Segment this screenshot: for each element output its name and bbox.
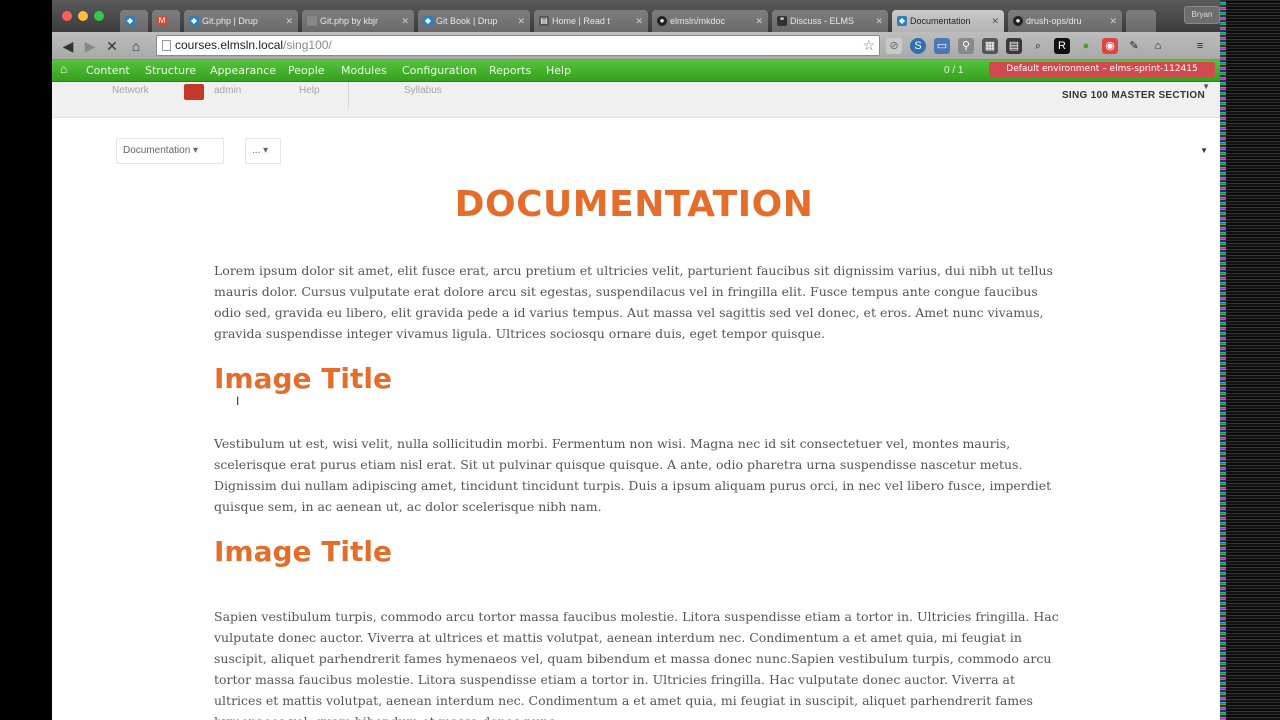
- tab-pinned-2[interactable]: M: [152, 10, 180, 32]
- admin-menu: ⌂ Content Structure Appearance People Mo…: [52, 60, 1220, 82]
- github-icon: ●: [1013, 16, 1023, 26]
- stop-sign-icon[interactable]: ⊘: [886, 38, 902, 54]
- close-tab-icon[interactable]: ✕: [875, 10, 883, 32]
- avatar[interactable]: [184, 84, 204, 100]
- close-window-button[interactable]: [62, 11, 72, 21]
- tab-git-book[interactable]: ◆ Git Book | Drup ✕: [418, 10, 530, 32]
- tab-strip: ◆ M ◆ Git.php | Drup ✕ Git.php by kbjr ✕…: [52, 0, 1220, 32]
- browser-window: ◆ M ◆ Git.php | Drup ✕ Git.php by kbjr ✕…: [52, 0, 1220, 720]
- tab-label: Documentation: [910, 16, 971, 26]
- new-tab-button[interactable]: [1126, 10, 1156, 32]
- paragraph: Vestibulum ut est, wisi velit, nulla sol…: [214, 436, 1052, 514]
- home-icon[interactable]: ⌂: [126, 36, 146, 56]
- admin-menu-content[interactable]: Content: [86, 60, 130, 82]
- tab-documentation[interactable]: ◆ Documentation ✕: [892, 10, 1004, 32]
- tab-label: Home | Read t: [552, 16, 610, 26]
- tab-label: drush-ops/dru: [1026, 16, 1082, 26]
- text-cursor-icon: I: [236, 394, 240, 408]
- tab-read-the-docs[interactable]: ▤ Home | Read t ✕: [534, 10, 648, 32]
- profile-chip[interactable]: Bryan: [1184, 6, 1220, 24]
- grid-icon[interactable]: ▤: [1006, 38, 1022, 54]
- tab-label: Discuss - ELMS: [790, 16, 855, 26]
- pin-icon[interactable]: ●: [1078, 38, 1094, 54]
- cloud-icon[interactable]: ⌂: [1150, 38, 1166, 54]
- admin-menu-people[interactable]: People: [288, 60, 325, 82]
- address-bar[interactable]: courses.elmsln.local/sing100/ ☆: [156, 35, 880, 56]
- screen-icon[interactable]: ▭: [934, 38, 950, 54]
- syllabus-link[interactable]: Syllabus: [404, 85, 442, 96]
- bookmark-star-icon[interactable]: ☆: [862, 36, 875, 55]
- tab-drush-ops[interactable]: ● drush-ops/dru ✕: [1008, 10, 1122, 32]
- r-extension-icon[interactable]: R: [1054, 38, 1070, 54]
- admin-menu-reports[interactable]: Reports: [489, 60, 531, 82]
- close-tab-icon[interactable]: ✕: [401, 10, 409, 32]
- drupal-icon: ◆: [897, 16, 907, 26]
- page-title: DOCUMENTATION: [454, 184, 814, 225]
- close-tab-icon[interactable]: ✕: [635, 10, 643, 32]
- section-title[interactable]: SING 100 MASTER SECTION: [1062, 90, 1205, 101]
- admin-menu-configuration[interactable]: Configuration: [402, 60, 477, 82]
- help-link[interactable]: Help: [299, 85, 320, 96]
- minimize-window-button[interactable]: [78, 11, 88, 21]
- drupal-icon: ◆: [125, 16, 135, 26]
- admin-menu-modules[interactable]: Modules: [341, 60, 387, 82]
- admin-menu-structure[interactable]: Structure: [145, 60, 196, 82]
- forward-icon[interactable]: ▶: [80, 36, 100, 56]
- chevron-down-icon[interactable]: ▼: [1202, 82, 1210, 91]
- elms-navigation-bar: Network admin Help Syllabus SING 100 MAS…: [52, 82, 1220, 118]
- main-content: Documentation ▾ ... ▾ ▼ DOCUMENTATION Lo…: [52, 118, 1220, 720]
- tab-label: Git.php | Drup: [202, 16, 258, 26]
- printer-icon[interactable]: ▦: [982, 38, 998, 54]
- admin-counter[interactable]: 0 / 1: [944, 60, 963, 82]
- browser-toolbar: ◀ ▶ ✕ ⌂ courses.elmsln.local/sing100/ ☆ …: [52, 32, 1220, 60]
- discuss-icon: ❝: [777, 16, 787, 26]
- tab-label: Git.php by kbjr: [320, 16, 379, 26]
- tab-label: elmsln/mkdoc: [670, 16, 726, 26]
- stop-icon[interactable]: ✕: [102, 36, 122, 56]
- skype-icon[interactable]: S: [910, 38, 926, 54]
- close-tab-icon[interactable]: ✕: [755, 10, 763, 32]
- github-icon: ●: [657, 16, 667, 26]
- documentation-dropdown[interactable]: Documentation ▾: [116, 138, 224, 164]
- drupal-icon: ◆: [189, 16, 199, 26]
- admin-menu-help[interactable]: Help: [546, 60, 571, 82]
- paragraph: Lorem ipsum dolor sit amet, elit fusce e…: [214, 263, 1053, 341]
- tab-pinned-1[interactable]: ◆: [120, 10, 148, 32]
- person-search-icon[interactable]: ⚲: [958, 38, 974, 54]
- divider: [348, 82, 349, 108]
- page-icon: [162, 40, 171, 51]
- drupal-icon: ◆: [423, 16, 433, 26]
- maximize-window-button[interactable]: [94, 11, 104, 21]
- close-tab-icon[interactable]: ✕: [285, 10, 293, 32]
- admin-menu-appearance[interactable]: Appearance: [210, 60, 276, 82]
- tab-git-php-drupal[interactable]: ◆ Git.php | Drup ✕: [184, 10, 298, 32]
- close-tab-icon[interactable]: ✕: [991, 10, 999, 32]
- url-path: /sing100/: [283, 38, 332, 52]
- screen-edge-artifact: [1220, 0, 1280, 720]
- gmail-icon: M: [157, 16, 167, 26]
- tab-git-php-kbjr[interactable]: Git.php by kbjr ✕: [302, 10, 414, 32]
- chevron-down-icon[interactable]: ▼: [1200, 146, 1208, 155]
- more-dropdown[interactable]: ... ▾: [245, 138, 281, 164]
- close-tab-icon[interactable]: ✕: [517, 10, 525, 32]
- record-icon[interactable]: ◉: [1102, 38, 1118, 54]
- admin-user-link[interactable]: admin: [214, 85, 241, 96]
- url-host: courses.elmsln.local: [175, 38, 284, 52]
- menu-icon[interactable]: ≡: [1192, 38, 1208, 54]
- paragraph: Sapien vestibulum turpis, commodo arcu t…: [214, 609, 1059, 720]
- search-icon[interactable]: ⌕: [1030, 38, 1046, 54]
- image-title: Image Title: [214, 535, 392, 568]
- network-link[interactable]: Network: [112, 85, 149, 96]
- close-tab-icon[interactable]: ✕: [1109, 10, 1117, 32]
- image-title: Image Title: [214, 362, 392, 395]
- tab-label: Git Book | Drup: [436, 16, 498, 26]
- book-icon: ▤: [539, 16, 549, 26]
- page-icon: [307, 16, 317, 26]
- wrench-icon[interactable]: ✎: [1126, 38, 1142, 54]
- tab-discuss-elms[interactable]: ❝ Discuss - ELMS ✕: [772, 10, 888, 32]
- tab-elmsln-mkdocs[interactable]: ● elmsln/mkdoc ✕: [652, 10, 768, 32]
- back-icon[interactable]: ◀: [58, 36, 78, 56]
- environment-badge: Default environment – elms-sprint-112415: [989, 62, 1215, 77]
- admin-home-icon[interactable]: ⌂: [60, 62, 67, 76]
